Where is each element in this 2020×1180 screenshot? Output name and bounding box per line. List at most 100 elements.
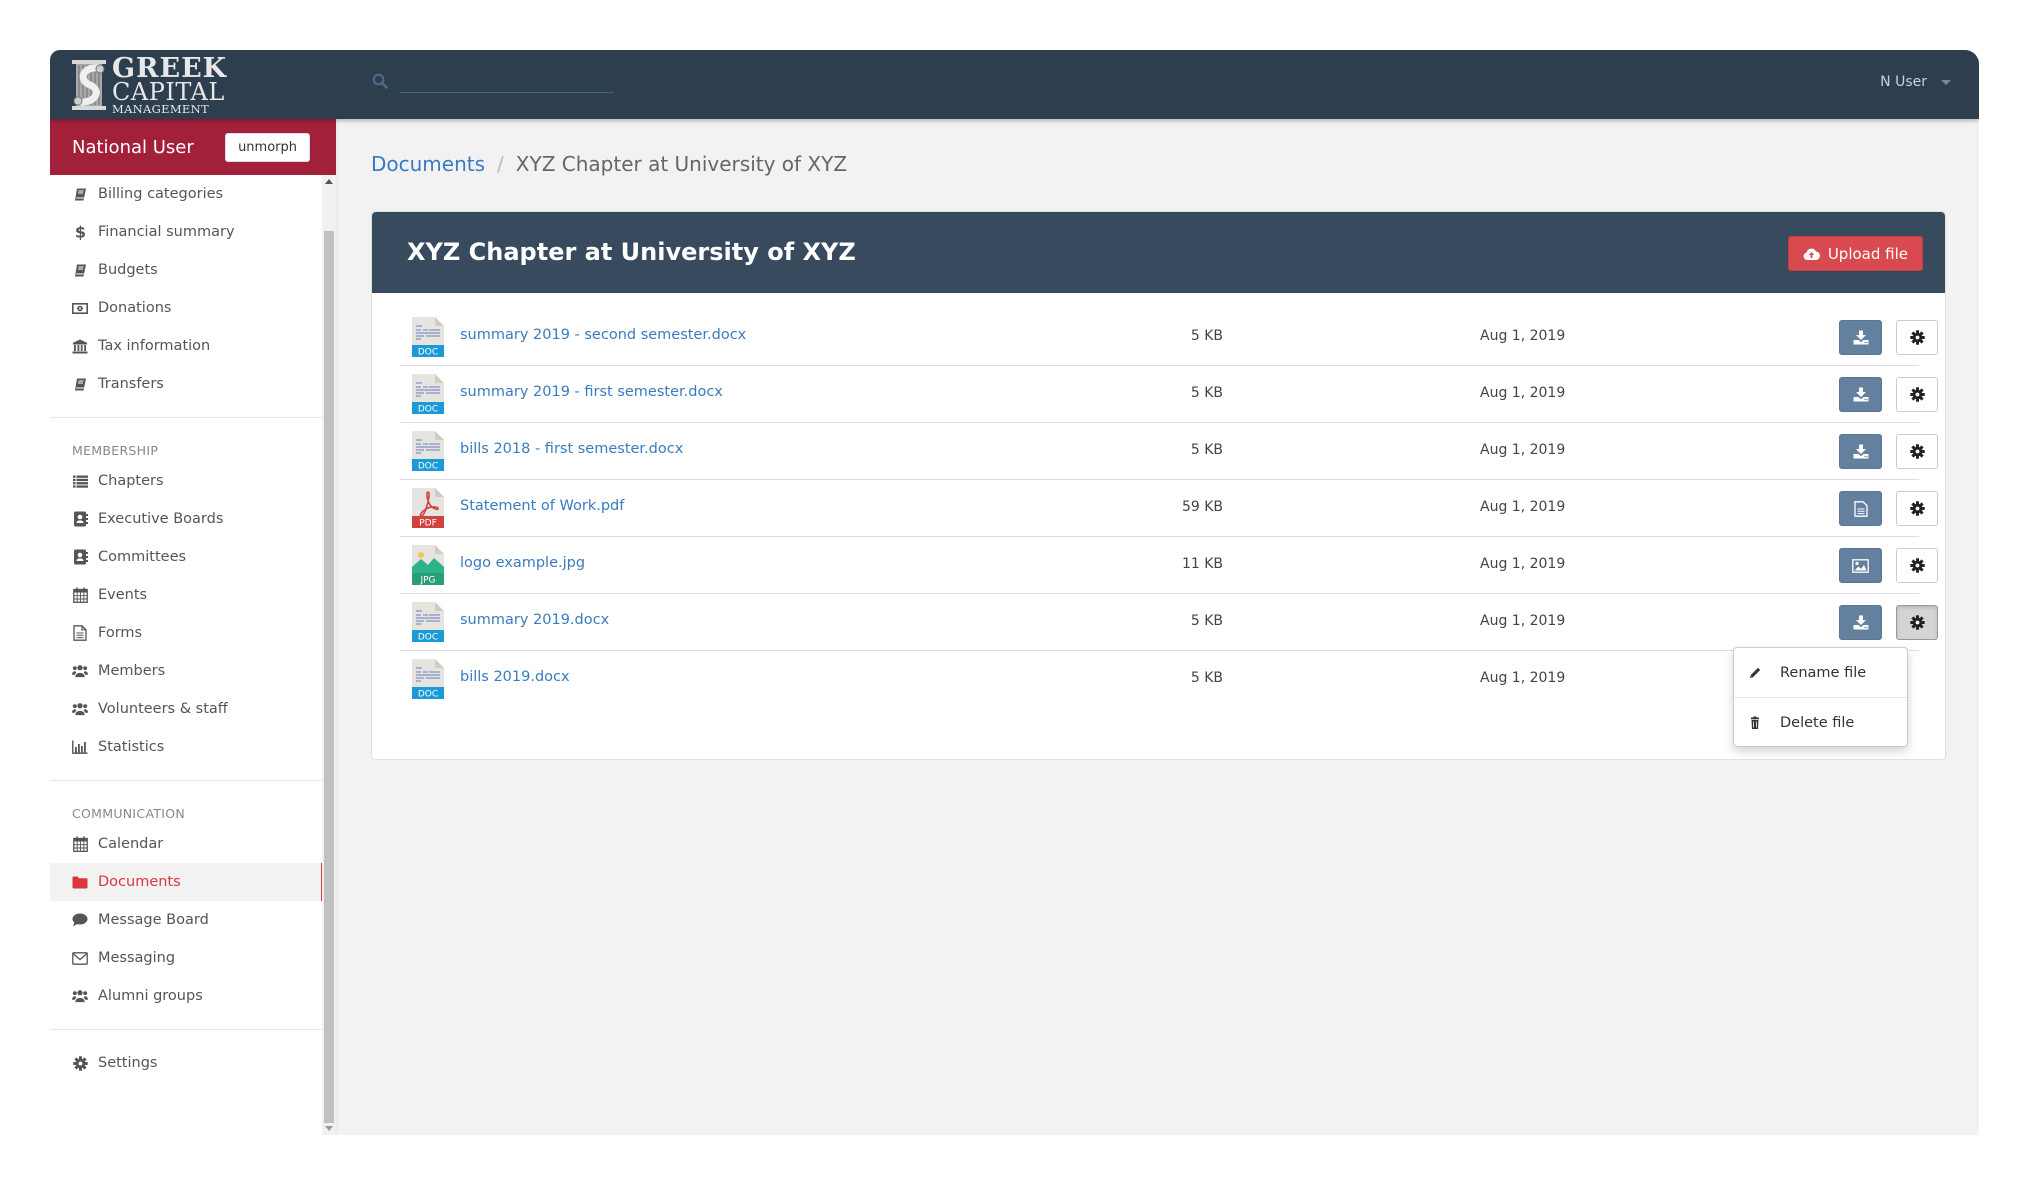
svg-text:DOC: DOC — [418, 633, 438, 643]
user-menu-label: N User — [1880, 74, 1927, 90]
scrollbar-thumb[interactable] — [324, 231, 334, 1123]
sidebar-item-volunteers-staff[interactable]: Volunteers & staff — [50, 690, 322, 728]
sidebar-nav: Billing categories $ Financial summary Budg… — [50, 175, 323, 1082]
file-name-link[interactable]: summary 2019.docx — [460, 612, 609, 628]
download-button[interactable] — [1839, 434, 1882, 469]
delete-file-menu-item[interactable]: Delete file — [1734, 698, 1907, 747]
sidebar-item-alumni-groups[interactable]: Alumni groups — [50, 977, 322, 1015]
file-options-menu: Rename file Delete file — [1733, 647, 1908, 747]
file-date: Aug 1, 2019 — [1480, 499, 1566, 515]
envelope-icon — [72, 950, 88, 966]
svg-text:PDF: PDF — [419, 519, 437, 529]
sidebar-user-name: National User — [72, 136, 194, 158]
sidebar-item-label: Events — [98, 587, 148, 603]
users-icon — [72, 701, 88, 717]
upload-file-label: Upload file — [1827, 244, 1908, 263]
file-date: Aug 1, 2019 — [1480, 442, 1566, 458]
svg-text:$: $ — [74, 224, 85, 240]
book-icon — [72, 186, 88, 202]
file-options-button[interactable] — [1896, 548, 1938, 583]
file-name-link[interactable]: bills 2019.docx — [460, 669, 570, 685]
svg-text:JPG: JPG — [419, 576, 435, 586]
dollar-icon: $ — [72, 224, 88, 240]
scroll-up-arrow-icon[interactable] — [325, 179, 333, 184]
file-name-link[interactable]: logo example.jpg — [460, 555, 585, 571]
file-name-link[interactable]: bills 2018 - first semester.docx — [460, 441, 683, 457]
upload-file-button[interactable]: Upload file — [1787, 236, 1923, 271]
comment-icon — [72, 912, 88, 928]
file-options-button[interactable] — [1896, 605, 1938, 640]
sidebar-item-label: Message Board — [98, 912, 209, 928]
sidebar-item-forms[interactable]: Forms — [50, 614, 322, 652]
sidebar-item-tax-information[interactable]: Tax information — [50, 327, 322, 365]
caret-down-icon — [1941, 79, 1951, 85]
sidebar-item-messaging[interactable]: Messaging — [50, 939, 322, 977]
file-options-button[interactable] — [1896, 320, 1938, 355]
cloud-upload-icon — [1803, 248, 1820, 260]
unmorph-button[interactable]: unmorph — [225, 132, 310, 162]
sidebar-user-banner: National User unmorph — [50, 119, 336, 175]
download-button[interactable] — [1839, 377, 1882, 412]
list-icon — [72, 473, 88, 489]
file-date: Aug 1, 2019 — [1480, 556, 1566, 572]
file-row: JPG logo example.jpg 11 KB Aug 1, 2019 — [400, 537, 1938, 594]
sidebar-item-label: Statistics — [98, 739, 165, 755]
sidebar-item-message-board[interactable]: Message Board — [50, 901, 322, 939]
file-name-link[interactable]: Statement of Work.pdf — [460, 498, 624, 514]
sidebar-item-label: Messaging — [98, 950, 176, 966]
pencil-icon — [1750, 667, 1761, 678]
search-box — [372, 67, 620, 93]
file-options-button[interactable] — [1896, 377, 1938, 412]
logo[interactable]: GREEK CAPITAL MANAGEMENT — [70, 55, 227, 114]
file-row: PDF Statement of Work.pdf 59 KB Aug 1, 2019 — [400, 480, 1938, 537]
doc-file-icon: DOC — [412, 431, 444, 472]
file-options-button[interactable] — [1896, 434, 1938, 469]
user-menu[interactable]: N User — [1880, 74, 1951, 90]
sidebar-item-chapters[interactable]: Chapters — [50, 462, 322, 500]
contact-book-icon — [72, 549, 88, 565]
sidebar-item-settings[interactable]: Settings — [50, 1044, 322, 1082]
file-list: DOC summary 2019 - second semester.docx 5 … — [400, 309, 1938, 708]
file-text-icon — [72, 625, 88, 641]
sidebar-item-financial-summary[interactable]: $ Financial summary — [50, 213, 322, 251]
sidebar-item-statistics[interactable]: Statistics — [50, 728, 322, 766]
sidebar-item-label: Volunteers & staff — [98, 701, 228, 717]
download-button[interactable] — [1839, 605, 1882, 640]
view-image-button[interactable] — [1839, 548, 1882, 583]
file-options-button[interactable] — [1896, 491, 1938, 526]
sidebar-item-billing-categories[interactable]: Billing categories — [50, 175, 322, 213]
sidebar: National User unmorph Billing categories… — [50, 119, 336, 1135]
sidebar-item-transfers[interactable]: Transfers — [50, 365, 322, 403]
scroll-down-arrow-icon[interactable] — [325, 1126, 333, 1131]
gear-icon — [1909, 615, 1925, 630]
download-icon — [1853, 330, 1869, 345]
sidebar-item-documents[interactable]: Documents — [50, 863, 323, 901]
sidebar-item-calendar[interactable]: Calendar — [50, 825, 322, 863]
download-button[interactable] — [1839, 320, 1882, 355]
sidebar-item-label: Forms — [98, 625, 143, 641]
file-name-link[interactable]: summary 2019 - first semester.docx — [460, 384, 723, 400]
breadcrumb-separator: / — [497, 152, 504, 176]
sidebar-item-members[interactable]: Members — [50, 652, 322, 690]
sidebar-item-budgets[interactable]: Budgets — [50, 251, 322, 289]
sidebar-item-committees[interactable]: Committees — [50, 538, 322, 576]
breadcrumb-documents-link[interactable]: Documents — [371, 152, 485, 176]
calendar-icon — [72, 836, 88, 852]
view-document-button[interactable] — [1839, 491, 1882, 526]
file-row: DOC bills 2019.docx 5 KB Aug 1, 2019 — [400, 651, 1919, 708]
sidebar-item-executive-boards[interactable]: Executive Boards — [50, 500, 322, 538]
rename-file-menu-item[interactable]: Rename file — [1734, 648, 1907, 697]
file-row: DOC summary 2019 - second semester.docx 5 … — [400, 309, 1938, 366]
sidebar-item-donations[interactable]: Donations — [50, 289, 322, 327]
file-size: 5 KB — [1190, 613, 1223, 629]
file-name-link[interactable]: summary 2019 - second semester.docx — [460, 327, 746, 343]
sidebar-divider — [50, 780, 322, 781]
file-date: Aug 1, 2019 — [1480, 328, 1566, 344]
sidebar-scrollbar[interactable] — [322, 175, 336, 1135]
image-icon — [1852, 558, 1869, 573]
card-header: XYZ Chapter at University of XYZ Upload … — [372, 212, 1945, 293]
doc-file-icon: DOC — [412, 602, 444, 643]
sidebar-item-label: Transfers — [98, 376, 164, 392]
sidebar-item-events[interactable]: Events — [50, 576, 322, 614]
search-input[interactable] — [400, 67, 614, 93]
